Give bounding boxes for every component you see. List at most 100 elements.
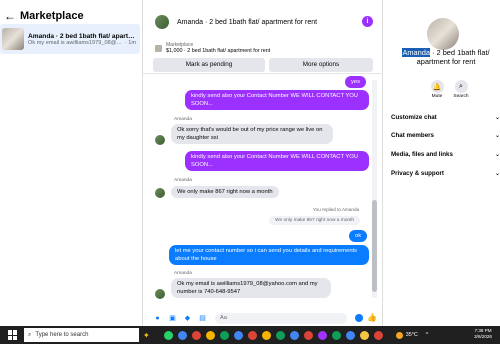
chat-panel: Amanda · 2 bed 1bath flat/ apartment for… [143,0,383,326]
sender-name: Amanda [174,271,192,276]
listing-thumbnail-large [427,18,459,50]
conversation-preview: Ok my email is awilliams1979_08@ya... [28,39,123,46]
copilot-icon[interactable]: ✦ [143,331,150,340]
weather-widget[interactable]: 35°C [395,331,418,339]
chat-title[interactable]: Amanda · 2 bed 1bath flat/ apartment for… [177,19,317,26]
taskbar-search[interactable]: ⌕ Type here to search [24,328,139,342]
conversation-preview-row: Ok my email is awilliams1979_08@ya... · … [28,40,136,46]
mute-label: Mute [431,94,443,99]
chrome-icon[interactable] [275,330,285,340]
contact-avatar-small [155,289,165,299]
taskbar: ⌕ Type here to search ✦ 35°C ^ 7:38 PM 3… [0,326,500,344]
gif-icon[interactable]: ▤ [198,314,207,323]
chat-header: Amanda · 2 bed 1bath flat/ apartment for… [143,10,383,34]
like-icon[interactable]: 👍 [367,313,377,322]
menu-privacy-support[interactable]: Privacy & support ⌄ [391,170,500,180]
reply-label: You replied to Amanda [313,207,360,212]
tray-chevron-up-icon[interactable]: ^ [426,332,429,338]
chevron-down-icon: ⌄ [494,133,500,139]
composer: ● ▣ ◆ ▤ Aa 👍 [143,310,383,326]
message-outgoing: yes [345,76,367,88]
message-outgoing: kindly send also your Contact Number WE … [185,90,369,110]
chrome-icon[interactable] [303,330,313,340]
marketplace-sidebar: ← Marketplace Amanda · 2 bed 1bath flat/… [0,0,143,326]
microphone-icon[interactable]: ● [153,314,162,323]
quoted-message: We only make 867 right now a month [269,216,361,225]
more-options-button[interactable]: More options [269,58,373,72]
chrome-icon[interactable] [219,330,229,340]
clock-date: 3/6/2026 [474,334,492,339]
chrome-icon[interactable] [373,330,383,340]
chrome-icon[interactable] [345,330,355,340]
listing-thumbnail [2,28,24,50]
menu-media-files-links[interactable]: Media, files and links ⌄ [391,151,500,161]
chrome-icon[interactable] [247,330,257,340]
listing-text: $1,000 · 2 bed 1bath flat/ apartment for… [166,48,271,54]
chevron-down-icon: ⌄ [494,171,500,177]
file-explorer-icon[interactable] [359,330,369,340]
sender-name: Amanda [174,117,192,122]
conversation-text: Amanda · 2 bed 1bath flat/ apartment for… [28,33,136,46]
search-label: Search [453,94,469,99]
bell-icon: 🔔 [430,80,444,93]
temperature: 35°C [405,332,418,338]
message-incoming: We only make 867 right now a month [171,186,279,198]
messenger-window: ← Marketplace Amanda · 2 bed 1bath flat/… [0,0,500,326]
menu-customize-chat[interactable]: Customize chat ⌄ [391,114,500,124]
taskbar-apps [163,330,388,340]
contact-avatar-small [155,135,165,145]
message-outgoing: let me your contact number so i can send… [169,245,369,265]
search-icon: ⌕ [28,331,32,338]
chrome-icon[interactable] [261,330,271,340]
message-list: yes kindly send also your Contact Number… [143,74,375,308]
windows-start-icon[interactable] [8,330,18,340]
taskbar-clock[interactable]: 7:38 PM 3/6/2026 [474,328,492,340]
conversation-item-amanda[interactable]: Amanda · 2 bed 1bath flat/ apartment for… [0,24,140,54]
back-arrow-icon[interactable]: ← [4,9,16,23]
search-icon: ⌕ [454,80,468,93]
contact-avatar[interactable] [155,15,169,29]
info-icon[interactable]: i [362,16,373,27]
details-title-highlight: Amanda [402,48,430,57]
sidebar-title: Marketplace [20,10,84,22]
details-panel: Amanda · 2 bed 1bath flat/ apartment for… [383,0,500,326]
message-outgoing: ok [349,230,368,242]
message-outgoing: kindly send also your Contact Number WE … [185,151,369,171]
message-incoming: Ok my email is awilliams1979_08@yahoo.co… [171,278,331,298]
emoji-icon[interactable] [355,314,363,322]
menu-label: Privacy & support [391,170,444,177]
menu-chat-members[interactable]: Chat members ⌄ [391,132,500,142]
menu-label: Customize chat [391,114,437,121]
chrome-icon[interactable] [191,330,201,340]
mark-as-pending-button[interactable]: Mark as pending [153,58,265,72]
listing-bar: Marketplace $1,000 · 2 bed 1bath flat/ a… [143,34,383,74]
listing-meta: Marketplace $1,000 · 2 bed 1bath flat/ a… [166,42,270,54]
chevron-down-icon: ⌄ [494,152,500,158]
messenger-icon[interactable] [317,330,327,340]
listing-thumbnail-small [155,44,162,52]
message-input[interactable]: Aa [215,312,347,324]
listing-summary[interactable]: Marketplace $1,000 · 2 bed 1bath flat/ a… [155,42,270,54]
chrome-icon[interactable] [289,330,299,340]
contact-avatar-small [155,188,165,198]
message-incoming: Ok sorry that's would be out of my price… [171,124,333,144]
sun-icon [395,331,403,339]
menu-label: Chat members [391,132,434,139]
chrome-icon[interactable] [331,330,341,340]
menu-label: Media, files and links [391,151,453,158]
mute-button[interactable]: 🔔 Mute [425,80,449,99]
sender-name: Amanda [174,178,192,183]
sticker-icon[interactable]: ◆ [183,314,192,323]
chrome-icon[interactable] [177,330,187,340]
image-icon[interactable]: ▣ [168,314,177,323]
whatsapp-icon[interactable] [163,330,173,340]
chrome-icon[interactable] [233,330,243,340]
scrollbar-thumb[interactable] [372,200,377,292]
chat-scrollbar[interactable] [372,80,377,298]
chrome-icon[interactable] [205,330,215,340]
chevron-down-icon: ⌄ [494,115,500,121]
taskbar-search-placeholder: Type here to search [35,332,89,338]
search-button[interactable]: ⌕ Search [449,80,473,99]
details-title: Amanda · 2 bed 1bath flat/ apartment for… [391,48,500,66]
conversation-time: · 1m [124,39,136,46]
